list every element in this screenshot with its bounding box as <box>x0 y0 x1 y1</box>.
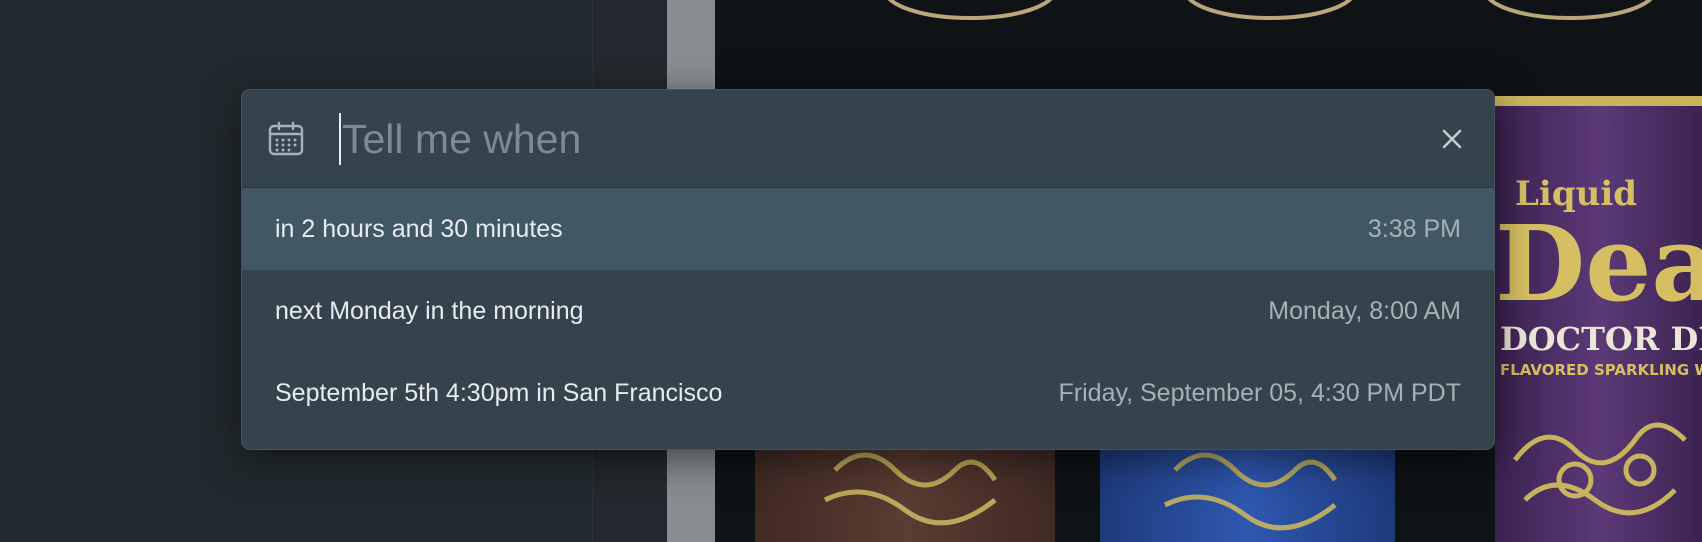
suggestion-time: 3:38 PM <box>1367 214 1461 243</box>
reminder-dialog: in 2 hours and 30 minutes 3:38 PM next M… <box>241 89 1495 450</box>
suggestion-item[interactable]: next Monday in the morning Monday, 8:00 … <box>242 270 1494 352</box>
suggestion-time: Friday, September 05, 4:30 PM PDT <box>1058 378 1461 407</box>
suggestion-label: next Monday in the morning <box>275 296 584 325</box>
when-input[interactable] <box>342 110 1342 168</box>
can-brand-large: Deat <box>1495 202 1702 325</box>
can-subtitle: FLAVORED SPARKLING WAT <box>1500 361 1702 379</box>
suggestion-item[interactable]: September 5th 4:30pm in San Francisco Fr… <box>242 352 1494 434</box>
suggestion-label: in 2 hours and 30 minutes <box>275 214 563 243</box>
dialog-header <box>242 90 1494 188</box>
close-icon[interactable] <box>1432 119 1472 159</box>
calendar-icon <box>268 121 304 156</box>
suggestion-time: Monday, 8:00 AM <box>1268 296 1461 325</box>
text-cursor <box>339 113 341 165</box>
can-flavor: DOCTOR DEA <box>1500 320 1702 358</box>
suggestion-item[interactable]: in 2 hours and 30 minutes 3:38 PM <box>242 188 1494 270</box>
suggestion-label: September 5th 4:30pm in San Francisco <box>275 378 723 407</box>
